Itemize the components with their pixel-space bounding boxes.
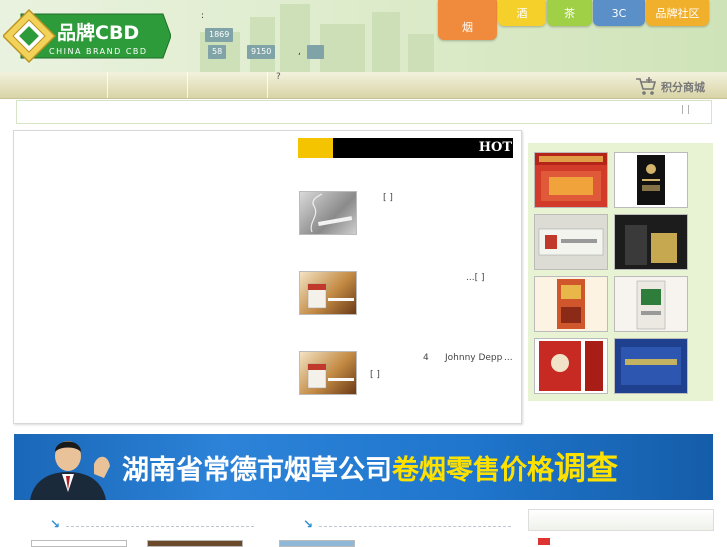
ranking-badge (538, 538, 550, 545)
stats-colon: : (201, 11, 205, 21)
skyline-building (280, 4, 310, 72)
promo-banner[interactable]: 湖南省常德市烟草公司卷烟零售价格调查 (14, 434, 713, 500)
logo-brand-mark: 品牌CBD (57, 21, 139, 44)
gallery-item-2[interactable] (614, 152, 688, 208)
banner-text-emphasis: 调查 (554, 449, 619, 487)
tab-liquor[interactable]: 酒 (498, 0, 546, 26)
section-1-thumbnail[interactable] (147, 540, 243, 547)
notice-separators: | | (681, 105, 690, 115)
banner-text-yellow: 卷烟零售价格 (392, 455, 554, 486)
gallery-item-1[interactable] (534, 152, 608, 208)
section-1-arrow-icon: ↘ (50, 517, 61, 531)
hot-item-3-ellipsis: ... (504, 353, 513, 363)
nav-separator (267, 72, 268, 98)
tab-brand-community[interactable]: 品牌社区 (646, 0, 709, 26)
tab-tea[interactable]: 茶 (547, 0, 592, 26)
product-image (636, 280, 666, 330)
hot-item-2-thumbnail[interactable] (299, 271, 357, 315)
hot-item-3-name[interactable]: Johnny Depp (445, 353, 502, 363)
main-nav-bar: ? 积分商城 (0, 72, 727, 99)
stat-post-count: 9150 (247, 45, 276, 59)
tab-liquor-label: 酒 (516, 7, 528, 20)
tab-3c[interactable]: 3C (593, 0, 645, 26)
gallery-item-5[interactable] (534, 276, 608, 332)
points-mall-link[interactable]: 积分商城 (635, 76, 725, 96)
tab-3c-label: 3C (611, 7, 627, 20)
banner-headline: 湖南省常德市烟草公司卷烟零售价格调查 (122, 448, 712, 488)
nav-item-3[interactable] (188, 72, 267, 98)
notice-bar: | | (16, 100, 712, 124)
section-2-arrow-icon: ↘ (303, 517, 314, 531)
product-image (625, 225, 677, 265)
tab-tea-label: 茶 (564, 7, 575, 20)
gallery-item-8[interactable] (614, 338, 688, 394)
logo-graphic: 品牌CBD CHINA BRAND CBD (1, 8, 172, 64)
cigarette-pack-image (307, 363, 354, 389)
skyline-building (408, 34, 434, 72)
product-image (535, 153, 607, 201)
sidebar-box-header (528, 509, 714, 531)
stat-member-count: 1869 (205, 28, 234, 42)
product-image (621, 347, 681, 385)
section-2-divider (319, 526, 511, 527)
product-image (557, 279, 585, 329)
hot-item-3-link[interactable]: [ ] (370, 370, 380, 380)
tab-tobacco[interactable]: 烟 (438, 0, 497, 40)
nav-question-mark: ? (276, 72, 281, 82)
shopping-cart-icon (636, 77, 657, 95)
skyline-building (372, 12, 400, 72)
logo-subtitle: CHINA BRAND CBD (49, 47, 148, 56)
points-mall-label: 积分商城 (661, 81, 705, 94)
gallery-item-7[interactable] (534, 338, 608, 394)
banner-text-white: 湖南省常德市烟草公司 (122, 455, 392, 486)
product-image (539, 341, 603, 391)
cigarette-pack-image (307, 283, 354, 309)
spokesperson-image (30, 441, 110, 500)
nav-item-2[interactable] (108, 72, 187, 98)
product-image (538, 228, 604, 256)
tab-brand-community-label: 品牌社区 (655, 7, 700, 20)
tab-tobacco-label: 烟 (462, 21, 473, 34)
gallery-item-3[interactable] (534, 214, 608, 270)
section-2-thumbnail[interactable] (279, 540, 355, 547)
site-logo[interactable]: 品牌CBD CHINA BRAND CBD (1, 6, 172, 64)
hot-item-1-link[interactable]: [ ] (383, 193, 393, 203)
skyline-building (320, 24, 365, 72)
stat-box-empty (307, 45, 324, 59)
stat-online-count: 58 (208, 45, 227, 59)
nav-item-1[interactable] (0, 72, 107, 98)
product-image (637, 155, 665, 205)
hot-item-3-thumbnail[interactable] (299, 351, 357, 395)
hot-item-3-number: 4 (423, 353, 429, 363)
gallery-item-4[interactable] (614, 214, 688, 270)
smoke-cigarette-image (310, 193, 353, 233)
hot-label: HOT (478, 140, 512, 155)
stats-comma: , (298, 47, 301, 57)
gallery-item-6[interactable] (614, 276, 688, 332)
main-news-panel (13, 130, 522, 424)
hot-item-1-thumbnail[interactable] (299, 191, 357, 235)
section-1-divider (66, 526, 254, 527)
section-1-thumbnail[interactable] (31, 540, 127, 547)
hot-item-2-link[interactable]: ...[ ] (466, 273, 484, 283)
